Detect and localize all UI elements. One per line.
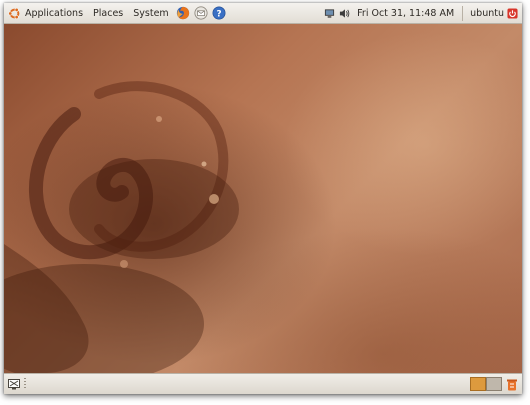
help-icon[interactable]: ? — [212, 6, 226, 20]
mail-icon[interactable] — [194, 6, 208, 20]
user-switcher[interactable]: ubuntu — [466, 8, 507, 19]
clock[interactable]: Fri Oct 31, 11:48 AM — [352, 8, 459, 19]
wallpaper-splash-art — [4, 81, 239, 373]
workspace-1[interactable] — [470, 377, 486, 391]
system-menu[interactable]: System — [128, 3, 173, 24]
panel-separator — [462, 5, 464, 21]
places-menu[interactable]: Places — [88, 3, 128, 24]
panel-drag-handle[interactable] — [24, 378, 26, 390]
applications-menu[interactable]: Applications — [4, 3, 88, 24]
bottom-panel — [4, 373, 522, 394]
power-icon[interactable] — [507, 7, 518, 19]
network-icon[interactable] — [324, 8, 335, 19]
svg-text:?: ? — [216, 10, 221, 20]
top-panel: Applications Places System ? Fri Oct 31,… — [4, 3, 522, 24]
firefox-icon[interactable] — [176, 6, 190, 20]
desktop-screen: Applications Places System ? Fri Oct 31,… — [4, 3, 522, 394]
workspace-2[interactable] — [486, 377, 502, 391]
applications-menu-label: Applications — [25, 7, 84, 19]
trash-icon[interactable] — [506, 378, 518, 391]
ubuntu-logo-icon — [8, 7, 20, 19]
volume-icon[interactable] — [339, 8, 350, 19]
desktop-wallpaper[interactable] — [4, 24, 522, 373]
show-desktop-icon[interactable] — [8, 378, 20, 390]
